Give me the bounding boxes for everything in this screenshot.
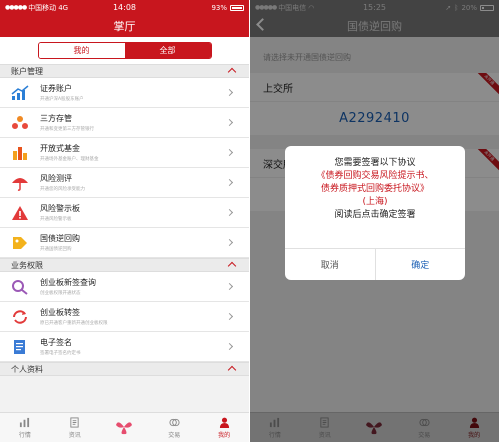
item-title: 电子签名 xyxy=(40,338,72,347)
list-item-open-fund[interactable]: 开放式基金开通场外基金账户、理财基金 xyxy=(0,138,249,168)
collapse-icon[interactable] xyxy=(227,365,237,375)
chart-icon xyxy=(20,417,30,427)
chevron-right-icon xyxy=(225,312,234,321)
tag-icon xyxy=(0,235,40,251)
nav-label: 我的 xyxy=(218,431,231,439)
item-desc: 开通风险警示板 xyxy=(40,217,72,222)
status-time: 14:08 xyxy=(112,3,137,12)
section-header-account[interactable]: 账户管理 xyxy=(0,64,249,78)
list-item-risk-assessment[interactable]: 风险测评开通您的风险承受能力 xyxy=(0,168,249,198)
sign-icon xyxy=(0,339,40,355)
logo-icon xyxy=(116,421,133,434)
segment-bar: 我的 全部 xyxy=(0,37,249,64)
list-item-e-signature[interactable]: 电子签名签署电子签名约定书 xyxy=(0,332,249,362)
news-icon xyxy=(70,416,79,428)
item-title: 开放式基金 xyxy=(40,144,80,153)
item-desc: 开通您的风险承受能力 xyxy=(40,187,85,192)
item-desc: 开通和变更第三方存管银行 xyxy=(40,127,94,132)
section-header-permissions[interactable]: 业务权限 xyxy=(0,258,249,272)
agreement-link[interactable]: 《债券回购交易风险提示书、 xyxy=(285,170,465,183)
item-desc: 原已开通客户重新开通创业板权限 xyxy=(40,321,108,326)
bottom-nav: 行情 资讯 交易 我的 xyxy=(0,412,249,442)
page-title: 掌厅 xyxy=(113,20,136,33)
item-title: 证券账户 xyxy=(40,84,72,93)
dialog-buttons: 取消 确定 xyxy=(285,248,465,280)
collapse-icon[interactable] xyxy=(227,67,237,77)
fund-icon xyxy=(0,145,40,161)
nav-label: 行情 xyxy=(18,431,31,439)
segment-control: 我的 全部 xyxy=(37,42,212,59)
dialog-line: 阅读后点击确定签署 xyxy=(334,210,416,220)
nav-tab-market[interactable]: 行情 xyxy=(0,413,50,442)
nav-label: 资讯 xyxy=(68,431,81,439)
umbrella-icon xyxy=(0,175,40,191)
left-screen: ●●●●● 中国移动 4G 14:08 93% 掌厅 我的 全部 账户管理 证券… xyxy=(0,0,249,442)
item-desc: 签署电子签名约定书 xyxy=(40,351,81,356)
item-title: 风险警示板 xyxy=(40,204,80,213)
dialog-message: 您需要签署以下协议 《债券回购交易风险提示书、 债券质押式回购委托协议》 (上海… xyxy=(285,146,465,222)
chevron-right-icon xyxy=(225,238,234,247)
chevron-right-icon xyxy=(225,118,234,127)
agreement-link[interactable]: 债券质押式回购委托协议》 xyxy=(285,183,465,196)
right-screen: ●●●●● 中国电信 ◠ 15:25 ➚ ᛒ 20% 国债逆回购 请选择未开通国… xyxy=(250,0,499,442)
tab-all[interactable]: 全部 xyxy=(124,43,211,58)
list-item-securities-account[interactable]: 证券账户开通沪深A股股东账户 xyxy=(0,78,249,108)
item-desc: 开通沪深A股股东账户 xyxy=(40,97,84,102)
warning-icon xyxy=(0,205,40,221)
section-title: 账户管理 xyxy=(11,66,43,76)
agreement-link[interactable]: (上海) xyxy=(285,196,465,209)
stock-account-icon xyxy=(0,84,40,101)
chevron-right-icon xyxy=(225,148,234,157)
battery-icon xyxy=(230,4,244,11)
list-item-treasury-repo[interactable]: 国债逆回购开通国债逆回购 xyxy=(0,228,249,258)
trade-icon xyxy=(169,418,180,426)
section-title: 个人资料 xyxy=(11,364,43,374)
chevron-right-icon xyxy=(225,342,234,351)
item-desc: 开通国债逆回购 xyxy=(40,247,72,252)
list-item-risk-warning-board[interactable]: 风险警示板开通风险警示板 xyxy=(0,198,249,228)
chevron-right-icon xyxy=(225,282,234,291)
search-icon xyxy=(0,279,40,295)
user-icon xyxy=(219,417,229,428)
item-desc: 开通场外基金账户、理财基金 xyxy=(40,157,99,162)
chevron-right-icon xyxy=(225,178,234,187)
item-title: 国债逆回购 xyxy=(40,234,80,243)
item-title: 三方存管 xyxy=(40,114,72,123)
left-header: ●●●●● 中国移动 4G 14:08 93% 掌厅 xyxy=(0,0,249,37)
tab-mine[interactable]: 我的 xyxy=(38,43,125,58)
item-title: 创业板转签 xyxy=(40,308,80,317)
refresh-icon xyxy=(0,309,40,325)
nav-tab-news[interactable]: 资讯 xyxy=(50,413,100,442)
list-item-gem-transfer[interactable]: 创业板转签原已开通客户重新开通创业板权限 xyxy=(0,302,249,332)
collapse-icon[interactable] xyxy=(227,261,237,271)
nav-tab-home[interactable] xyxy=(100,413,150,442)
item-desc: 创业板权限开通状态 xyxy=(40,291,81,296)
status-bar: ●●●●● 中国移动 4G 14:08 93% xyxy=(0,0,249,15)
section-title: 业务权限 xyxy=(11,260,43,270)
item-title: 风险测评 xyxy=(40,174,72,183)
chevron-right-icon xyxy=(225,88,234,97)
third-party-deposit-icon xyxy=(0,115,40,131)
dialog-line: 您需要签署以下协议 xyxy=(334,158,416,168)
cancel-button[interactable]: 取消 xyxy=(285,249,376,280)
agreement-dialog: 您需要签署以下协议 《债券回购交易风险提示书、 债券质押式回购委托协议》 (上海… xyxy=(285,146,465,280)
chevron-right-icon xyxy=(225,208,234,217)
nav-tab-trade[interactable]: 交易 xyxy=(149,413,199,442)
item-title: 创业板新签查询 xyxy=(40,278,96,287)
nav-label: 交易 xyxy=(168,431,181,439)
confirm-button[interactable]: 确定 xyxy=(376,249,466,280)
section-header-personal[interactable]: 个人资料 xyxy=(0,362,249,376)
list-item-gem-query[interactable]: 创业板新签查询创业板权限开通状态 xyxy=(0,272,249,302)
list-item-third-party-deposit[interactable]: 三方存管开通和变更第三方存管银行 xyxy=(0,108,249,138)
nav-tab-mine[interactable]: 我的 xyxy=(199,413,249,442)
